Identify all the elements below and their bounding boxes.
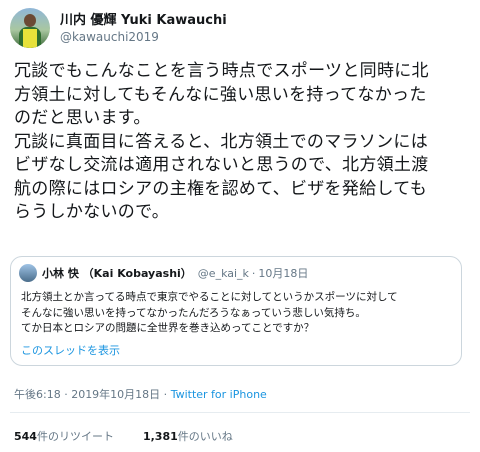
likes-label: 件のいいね <box>177 430 233 443</box>
quoted-text-line: 北方領土とか言ってる時点で東京でやることに対してというかスポーツに対して <box>21 291 398 303</box>
quoted-tweet[interactable]: 小林 快 （Kai Kobayashi） @e_kai_k · 10月18日 北… <box>10 256 462 366</box>
author-avatar[interactable] <box>10 8 50 48</box>
likes-count: 1,381 <box>142 430 178 443</box>
retweets-count: 544 <box>14 430 37 443</box>
quoted-text-line: そんなに強い思いを持ってなかったんだろうなぁっていう悲しい気持ち。 <box>21 306 366 319</box>
tweet-text-line: 冗談に真面目に答えると、北方領土でのマラソンには <box>14 131 429 152</box>
tweet-timestamp[interactable]: 午後6:18 · 2019年10月18日 · <box>14 388 167 401</box>
quoted-text-line: てか日本とロシアの問題に全世界を巻き込めってことですか？ <box>21 322 315 334</box>
tweet-meta: 午後6:18 · 2019年10月18日 · Twitter for iPhon… <box>14 386 267 402</box>
divider <box>10 412 470 413</box>
show-thread-link[interactable]: このスレッドを表示 <box>21 342 120 358</box>
tweet-stats: 544件のリツイート 1,381件のいいね <box>14 428 233 444</box>
author-handle[interactable]: @kawauchi2019 <box>60 29 227 45</box>
tweet-text-line: 冗談でもこんなことを言う時点でスポーツと同時に北 <box>14 61 429 81</box>
quoted-date: 10月18日 <box>258 267 309 280</box>
tweet-header: 川内 優輝 Yuki Kawauchi @kawauchi2019 <box>10 8 227 48</box>
tweet-text-line: らうしかないので。 <box>14 202 170 222</box>
tweet-source-link[interactable]: Twitter for iPhone <box>171 388 267 401</box>
quoted-tweet-text: 北方領土とか言ってる時点で東京でやることに対してというかスポーツに対して そんな… <box>21 290 457 337</box>
author-display-name[interactable]: 川内 優輝 Yuki Kawauchi <box>60 12 227 29</box>
quoted-author-handle: @e_kai_k <box>197 266 249 280</box>
quoted-tweet-header: 小林 快 （Kai Kobayashi） @e_kai_k · 10月18日 <box>19 264 308 282</box>
author-names: 川内 優輝 Yuki Kawauchi @kawauchi2019 <box>60 12 227 45</box>
tweet-text-line: 方領土に対してもそんなに強い思いを持ってなかった <box>14 84 427 105</box>
tweet-text-line: ビザなし交流は適用されないと思うので、北方領土渡 <box>14 155 429 175</box>
tweet-text: 冗談でもこんなことを言う時点でスポーツと同時に北 方領土に対してもそんなに強い思… <box>14 60 476 225</box>
quoted-separator: · <box>251 266 256 280</box>
retweets-label: 件のリツイート <box>36 430 114 443</box>
quoted-author-avatar <box>19 264 37 282</box>
likes-stat[interactable]: 1,381件のいいね <box>143 430 233 443</box>
tweet-text-line: 航の際にはロシアの主権を認めて、ビザを発給しても <box>14 178 427 199</box>
quoted-author-name: 小林 快 （Kai Kobayashi） <box>42 267 192 280</box>
tweet-text-line: のだと思います。 <box>14 108 151 128</box>
retweets-stat[interactable]: 544件のリツイート <box>14 430 114 443</box>
